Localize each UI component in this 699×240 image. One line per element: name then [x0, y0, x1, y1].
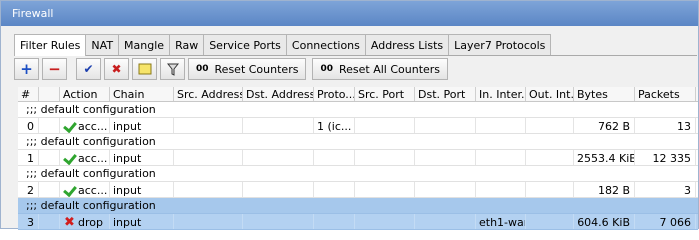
- col-packets[interactable]: Packets: [635, 87, 696, 101]
- tab-address-lists[interactable]: Address Lists: [364, 34, 450, 55]
- window-title: Firewall: [1, 1, 698, 26]
- rule-chain: input: [110, 118, 174, 133]
- table-row[interactable]: 1 acc... input 2553.4 KiB 12 335: [18, 150, 698, 166]
- rule-action: acc...: [60, 182, 110, 197]
- tab-service-ports[interactable]: Service Ports: [203, 34, 287, 55]
- rule-number: 1: [18, 150, 39, 165]
- comment-row[interactable]: ;;; default configuration: [18, 198, 698, 214]
- rule-protocol: [314, 150, 355, 165]
- tab-connections[interactable]: Connections: [285, 34, 366, 55]
- rule-number: 3: [18, 214, 39, 229]
- rule-in-interface: [476, 182, 526, 197]
- minus-icon: −: [48, 60, 61, 78]
- col-bytes[interactable]: Bytes: [574, 87, 635, 101]
- rule-chain: input: [110, 150, 174, 165]
- table-row[interactable]: 0 acc... input 1 (ic... 762 B 13: [18, 118, 698, 134]
- rule-action-label: acc...: [78, 152, 108, 165]
- rule-action: acc...: [60, 150, 110, 165]
- tab-nat[interactable]: NAT: [85, 34, 120, 55]
- rule-comment: ;;; default configuration: [26, 135, 156, 148]
- rule-protocol: [314, 214, 355, 229]
- drop-icon: ✖: [64, 215, 75, 229]
- rule-action: ✖ drop: [60, 214, 110, 229]
- rules-table: # Action Chain Src. Address Dst. Address…: [18, 87, 698, 230]
- counter-icon: 00: [320, 64, 333, 74]
- rule-packets: 7 066: [635, 214, 696, 229]
- reset-counters-label: Reset Counters: [214, 62, 299, 76]
- toolbar: + − ✔ ✖ 00 Reset Counters 00 Reset All C…: [14, 58, 454, 82]
- tab-filter-rules[interactable]: Filter Rules: [14, 34, 87, 56]
- comment-button[interactable]: [132, 58, 157, 80]
- check-icon: ✔: [83, 62, 94, 76]
- rule-bytes: 182 B: [574, 182, 635, 197]
- enable-button[interactable]: ✔: [76, 58, 101, 80]
- comment-row[interactable]: ;;; default configuration: [18, 166, 698, 182]
- rule-protocol: [314, 182, 355, 197]
- comment-icon: [138, 63, 151, 75]
- rule-bytes: 762 B: [574, 118, 635, 133]
- tab-raw[interactable]: Raw: [169, 34, 205, 55]
- col-dst-port[interactable]: Dst. Port: [415, 87, 476, 101]
- col-out-interface[interactable]: Out. Int...: [526, 87, 574, 101]
- counter-icon: 00: [196, 64, 209, 74]
- rule-comment: ;;; default configuration: [26, 103, 156, 116]
- rule-bytes: 2553.4 KiB: [574, 150, 635, 165]
- add-button[interactable]: +: [14, 58, 39, 80]
- col-number[interactable]: #: [18, 87, 39, 101]
- col-in-interface[interactable]: In. Inter...: [476, 87, 526, 101]
- remove-button[interactable]: −: [42, 58, 67, 80]
- tab-layer7-protocols[interactable]: Layer7 Protocols: [448, 34, 552, 55]
- table-row[interactable]: 2 acc... input 182 B 3: [18, 182, 698, 198]
- accept-icon: [64, 120, 76, 131]
- rule-in-interface: [476, 150, 526, 165]
- rule-in-interface: eth1-wan: [476, 214, 526, 229]
- rule-packets: 13: [635, 118, 696, 133]
- rule-protocol: 1 (ic...: [314, 118, 355, 133]
- rule-number: 0: [18, 118, 39, 133]
- col-src-port[interactable]: Src. Port: [355, 87, 415, 101]
- col-blank[interactable]: [39, 87, 60, 101]
- col-dst-address[interactable]: Dst. Address: [243, 87, 314, 101]
- accept-icon: [64, 152, 76, 163]
- x-icon: ✖: [111, 62, 122, 76]
- rule-packets: 3: [635, 182, 696, 197]
- comment-row[interactable]: ;;; default configuration: [18, 134, 698, 150]
- rule-chain: input: [110, 214, 174, 229]
- disable-button[interactable]: ✖: [104, 58, 129, 80]
- filter-icon: [166, 63, 179, 76]
- col-chain[interactable]: Chain: [110, 87, 174, 101]
- rule-comment: ;;; default configuration: [26, 167, 156, 180]
- tab-bar: Filter Rules NAT Mangle Raw Service Port…: [14, 34, 697, 56]
- reset-all-counters-button[interactable]: 00 Reset All Counters: [312, 58, 449, 80]
- filter-button[interactable]: [160, 58, 185, 80]
- rule-in-interface: [476, 118, 526, 133]
- table-header: # Action Chain Src. Address Dst. Address…: [18, 87, 698, 102]
- col-protocol[interactable]: Proto...: [314, 87, 355, 101]
- rule-action-label: drop: [78, 216, 103, 229]
- rule-comment: ;;; default configuration: [26, 199, 156, 212]
- col-action[interactable]: Action: [60, 87, 110, 101]
- rule-chain: input: [110, 182, 174, 197]
- rule-action: acc...: [60, 118, 110, 133]
- plus-icon: +: [20, 60, 33, 78]
- rule-packets: 12 335: [635, 150, 696, 165]
- rule-action-label: acc...: [78, 120, 108, 133]
- comment-row[interactable]: ;;; default configuration: [18, 102, 698, 118]
- rule-number: 2: [18, 182, 39, 197]
- tab-mangle[interactable]: Mangle: [118, 34, 171, 55]
- col-src-address[interactable]: Src. Address: [174, 87, 243, 101]
- rule-bytes: 604.6 KiB: [574, 214, 635, 229]
- reset-counters-button[interactable]: 00 Reset Counters: [188, 58, 307, 80]
- table-row[interactable]: 3 ✖ drop input eth1-wan 604.6 KiB 7 066: [18, 214, 698, 230]
- rule-action-label: acc...: [78, 184, 108, 197]
- accept-icon: [64, 184, 76, 195]
- firewall-window: Firewall Filter Rules NAT Mangle Raw Ser…: [0, 0, 699, 230]
- reset-all-counters-label: Reset All Counters: [338, 62, 441, 76]
